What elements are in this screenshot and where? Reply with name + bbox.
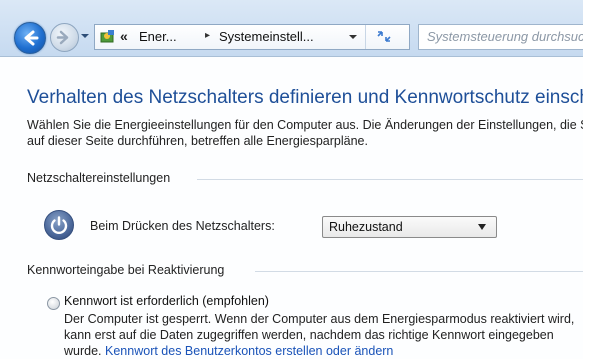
chevron-down-icon[interactable] (80, 31, 90, 41)
power-icon (44, 210, 74, 240)
page-description: Wählen Sie die Energieeinstellungen für … (27, 117, 583, 149)
breadcrumb-system-settings[interactable]: Systemeinstell... (219, 29, 314, 44)
description-prefix: wurde. (64, 344, 102, 358)
breadcrumb-separator[interactable]: ▸ (205, 30, 210, 41)
address-bar[interactable]: « Ener... ▸ Systemeinstell... (94, 24, 410, 50)
power-button-action-select[interactable]: Ruhezustand (322, 216, 497, 238)
section-power-settings: Netzschaltereinstellungen (27, 171, 171, 185)
address-dropdown-icon[interactable] (347, 32, 359, 42)
password-required-radio[interactable] (47, 297, 60, 310)
divider (365, 25, 366, 49)
background (583, 0, 603, 359)
password-required-description: Der Computer ist gesperrt. Wenn der Comp… (64, 311, 574, 359)
window: « Ener... ▸ Systemeinstell... Systemsteu… (0, 0, 583, 359)
chevron-down-icon (478, 224, 486, 230)
forward-button[interactable] (50, 23, 79, 52)
search-box[interactable]: Systemsteuerung durchsuchen (418, 24, 583, 50)
back-button[interactable] (14, 22, 46, 54)
control-panel-icon (100, 30, 114, 43)
description-line: auf dieser Seite durchführen, betreffen … (27, 134, 368, 148)
section-divider (197, 179, 583, 180)
section-divider (255, 271, 583, 272)
select-value: Ruhezustand (329, 220, 403, 234)
description-line: Der Computer ist gesperrt. Wenn der Comp… (64, 312, 575, 326)
description-line: wurde. Kennwort des Benutzerkontos erste… (64, 343, 574, 359)
refresh-icon[interactable] (373, 27, 395, 46)
description-line: kann erst auf die Daten zugegriffen werd… (64, 328, 554, 342)
breadcrumb-overflow[interactable]: « (120, 28, 128, 44)
section-password-settings: Kennworteingabe bei Reaktivierung (27, 263, 225, 277)
change-password-link[interactable]: Kennwort des Benutzerkontos erstellen od… (105, 344, 393, 358)
description-line: Wählen Sie die Energieeinstellungen für … (27, 118, 583, 132)
power-button-label: Beim Drücken des Netzschalters: (90, 219, 275, 233)
password-required-label[interactable]: Kennwort ist erforderlich (empfohlen) (64, 294, 269, 308)
search-placeholder[interactable]: Systemsteuerung durchsuchen (427, 29, 583, 44)
arrow-right-icon (56, 30, 69, 45)
page-title: Verhalten des Netzschalters definieren u… (27, 87, 583, 108)
navigation-toolbar: « Ener... ▸ Systemeinstell... Systemsteu… (0, 0, 583, 57)
arrow-left-icon (24, 30, 39, 46)
breadcrumb-energy[interactable]: Ener... (139, 29, 177, 44)
